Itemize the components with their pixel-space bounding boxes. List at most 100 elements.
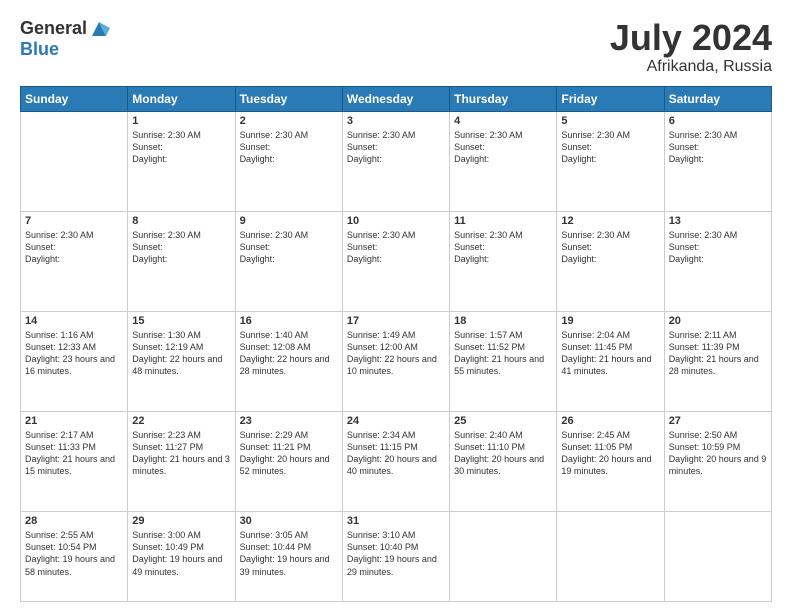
day-number: 18 [454, 315, 552, 327]
day-number: 21 [25, 415, 123, 427]
calendar-cell: 23 Sunrise: 2:29 AMSunset: 11:21 PMDaylig… [235, 411, 342, 511]
weekday-header-saturday: Saturday [664, 86, 771, 111]
calendar-table: SundayMondayTuesdayWednesdayThursdayFrid… [20, 86, 772, 602]
day-number: 20 [669, 315, 767, 327]
day-info: Sunrise: 2:17 AMSunset: 11:33 PMDaylight… [25, 429, 123, 478]
calendar-cell [21, 111, 128, 211]
day-number: 3 [347, 115, 445, 127]
calendar-cell: 24 Sunrise: 2:34 AMSunset: 11:15 PMDaylig… [342, 411, 449, 511]
day-number: 19 [561, 315, 659, 327]
day-info: Sunrise: 1:16 AMSunset: 12:33 AMDaylight… [25, 329, 123, 378]
day-number: 5 [561, 115, 659, 127]
calendar-cell: 11 Sunrise: 2:30 AMSunset: Daylight: [450, 211, 557, 311]
calendar-week-5: 28Sunrise: 2:55 AMSunset: 10:54 PMDaylig… [21, 512, 772, 602]
day-info: Sunrise: 2:04 AMSunset: 11:45 PMDaylight… [561, 329, 659, 378]
day-info: Sunrise: 3:00 AMSunset: 10:49 PMDaylight… [132, 529, 230, 578]
day-info: Sunrise: 2:30 AMSunset: Daylight: [454, 229, 552, 265]
day-info: Sunrise: 2:30 AMSunset: Daylight: [347, 129, 445, 165]
day-number: 15 [132, 315, 230, 327]
calendar-cell: 18 Sunrise: 1:57 AMSunset: 11:52 PMDaylig… [450, 311, 557, 411]
day-number: 31 [347, 515, 445, 527]
day-info: Sunrise: 2:30 AMSunset: Daylight: [669, 229, 767, 265]
calendar-body: 1 Sunrise: 2:30 AMSunset: Daylight: 2 Sunr… [21, 111, 772, 601]
calendar-cell: 21 Sunrise: 2:17 AMSunset: 11:33 PMDaylig… [21, 411, 128, 511]
calendar-cell: 14Sunrise: 1:16 AMSunset: 12:33 AMDaylig… [21, 311, 128, 411]
day-info: Sunrise: 2:11 AMSunset: 11:39 PMDaylight… [669, 329, 767, 378]
calendar-cell: 28Sunrise: 2:55 AMSunset: 10:54 PMDaylig… [21, 512, 128, 602]
weekday-header-wednesday: Wednesday [342, 86, 449, 111]
calendar-week-2: 7 Sunrise: 2:30 AMSunset: Daylight: 8 Sunr… [21, 211, 772, 311]
day-info: Sunrise: 1:49 AMSunset: 12:00 AMDaylight… [347, 329, 445, 378]
day-number: 8 [132, 215, 230, 227]
calendar-cell: 25 Sunrise: 2:40 AMSunset: 11:10 PMDaylig… [450, 411, 557, 511]
day-info: Sunrise: 2:34 AMSunset: 11:15 PMDaylight… [347, 429, 445, 478]
day-number: 7 [25, 215, 123, 227]
title-location: Afrikanda, Russia [610, 58, 772, 76]
logo-icon [88, 18, 110, 40]
day-number: 17 [347, 315, 445, 327]
day-number: 6 [669, 115, 767, 127]
day-info: Sunrise: 2:30 AMSunset: Daylight: [240, 129, 338, 165]
day-number: 1 [132, 115, 230, 127]
day-number: 2 [240, 115, 338, 127]
logo-text: General [20, 18, 111, 40]
day-number: 30 [240, 515, 338, 527]
title-month: July 2024 [610, 18, 772, 58]
day-info: Sunrise: 2:30 AMSunset: Daylight: [25, 229, 123, 265]
day-number: 10 [347, 215, 445, 227]
day-info: Sunrise: 2:40 AMSunset: 11:10 PMDaylight… [454, 429, 552, 478]
calendar-cell: 16 Sunrise: 1:40 AMSunset: 12:08 AMDaylig… [235, 311, 342, 411]
day-number: 25 [454, 415, 552, 427]
day-info: Sunrise: 1:30 AMSunset: 12:19 AMDaylight… [132, 329, 230, 378]
weekday-header-thursday: Thursday [450, 86, 557, 111]
page: General Blue July 2024 Afrikanda, Russia… [0, 0, 792, 612]
day-number: 29 [132, 515, 230, 527]
calendar-cell: 15 Sunrise: 1:30 AMSunset: 12:19 AMDaylig… [128, 311, 235, 411]
day-number: 11 [454, 215, 552, 227]
day-info: Sunrise: 2:29 AMSunset: 11:21 PMDaylight… [240, 429, 338, 478]
day-info: Sunrise: 2:30 AMSunset: Daylight: [561, 129, 659, 165]
day-number: 24 [347, 415, 445, 427]
calendar-cell: 8 Sunrise: 2:30 AMSunset: Daylight: [128, 211, 235, 311]
day-number: 23 [240, 415, 338, 427]
calendar-cell: 5 Sunrise: 2:30 AMSunset: Daylight: [557, 111, 664, 211]
title-block: July 2024 Afrikanda, Russia [610, 18, 772, 76]
weekday-header-tuesday: Tuesday [235, 86, 342, 111]
calendar-cell: 4Sunrise: 2:30 AMSunset: Daylight: [450, 111, 557, 211]
day-info: Sunrise: 2:30 AMSunset: Daylight: [132, 129, 230, 165]
day-info: Sunrise: 1:57 AMSunset: 11:52 PMDaylight… [454, 329, 552, 378]
calendar-cell: 29 Sunrise: 3:00 AMSunset: 10:49 PMDaylig… [128, 512, 235, 602]
day-info: Sunrise: 3:05 AMSunset: 10:44 PMDaylight… [240, 529, 338, 578]
logo: General Blue [20, 18, 111, 60]
day-info: Sunrise: 2:30 AMSunset: Daylight: [240, 229, 338, 265]
day-info: Sunrise: 2:30 AMSunset: Daylight: [132, 229, 230, 265]
calendar-cell: 12Sunrise: 2:30 AMSunset: Daylight: [557, 211, 664, 311]
calendar-cell: 2 Sunrise: 2:30 AMSunset: Daylight: [235, 111, 342, 211]
day-number: 16 [240, 315, 338, 327]
day-info: Sunrise: 1:40 AMSunset: 12:08 AMDaylight… [240, 329, 338, 378]
calendar-cell: 7 Sunrise: 2:30 AMSunset: Daylight: [21, 211, 128, 311]
weekday-header-friday: Friday [557, 86, 664, 111]
calendar-cell: 13 Sunrise: 2:30 AMSunset: Daylight: [664, 211, 771, 311]
weekday-header-monday: Monday [128, 86, 235, 111]
calendar-cell: 27 Sunrise: 2:50 AMSunset: 10:59 PMDaylig… [664, 411, 771, 511]
day-info: Sunrise: 2:23 AMSunset: 11:27 PMDaylight… [132, 429, 230, 478]
calendar-cell: 20 Sunrise: 2:11 AMSunset: 11:39 PMDaylig… [664, 311, 771, 411]
day-info: Sunrise: 2:50 AMSunset: 10:59 PMDaylight… [669, 429, 767, 478]
calendar-cell: 9 Sunrise: 2:30 AMSunset: Daylight: [235, 211, 342, 311]
day-info: Sunrise: 2:30 AMSunset: Daylight: [454, 129, 552, 165]
day-number: 22 [132, 415, 230, 427]
day-info: Sunrise: 2:45 AMSunset: 11:05 PMDaylight… [561, 429, 659, 478]
calendar-cell [557, 512, 664, 602]
day-number: 27 [669, 415, 767, 427]
day-info: Sunrise: 2:30 AMSunset: Daylight: [561, 229, 659, 265]
calendar-cell: 1 Sunrise: 2:30 AMSunset: Daylight: [128, 111, 235, 211]
day-info: Sunrise: 3:10 AMSunset: 10:40 PMDaylight… [347, 529, 445, 578]
day-number: 13 [669, 215, 767, 227]
day-number: 28 [25, 515, 123, 527]
calendar-header-row: SundayMondayTuesdayWednesdayThursdayFrid… [21, 86, 772, 111]
calendar-cell: 31 Sunrise: 3:10 AMSunset: 10:40 PMDaylig… [342, 512, 449, 602]
header: General Blue July 2024 Afrikanda, Russia [20, 18, 772, 76]
calendar-cell: 30 Sunrise: 3:05 AMSunset: 10:44 PMDaylig… [235, 512, 342, 602]
day-number: 9 [240, 215, 338, 227]
